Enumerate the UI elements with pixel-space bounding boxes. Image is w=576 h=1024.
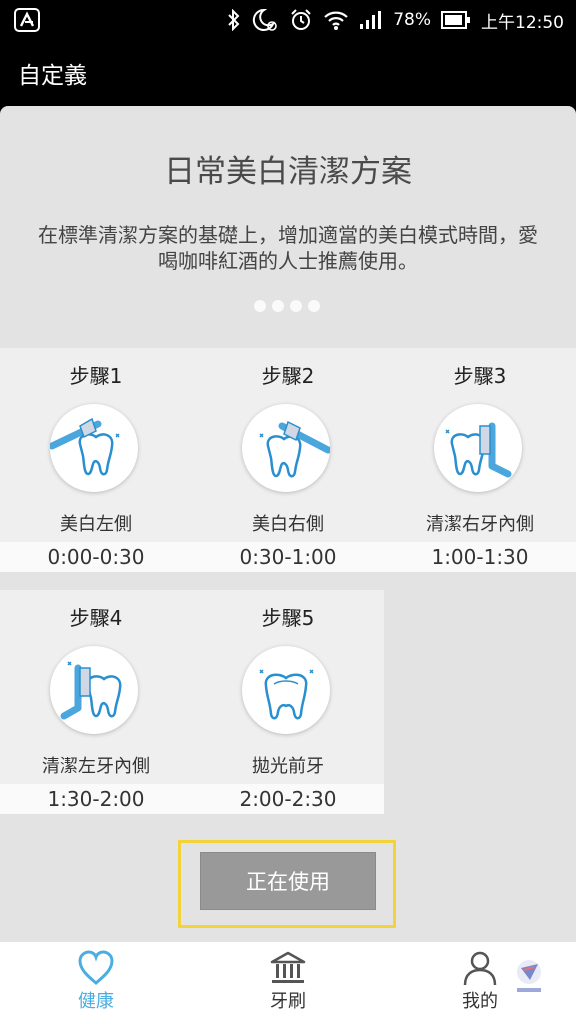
bottom-nav: 健康 牙刷 我的 — [0, 942, 576, 1024]
nav-item-health[interactable]: 健康 — [36, 950, 156, 1013]
plan-card[interactable]: 日常美白清潔方案 在標準清潔方案的基礎上，增加適當的美白模式時間，愛喝咖啡紅酒的… — [0, 106, 576, 942]
step-name: 拋光前牙 — [252, 756, 324, 777]
heart-icon — [78, 950, 114, 985]
page-dot[interactable] — [308, 300, 320, 312]
step-time: 0:30-1:00 — [192, 542, 384, 572]
step-card-1[interactable]: 步驟1 美白左側 0:00-0:30 — [0, 348, 192, 572]
step-label: 步驟3 — [453, 364, 507, 388]
step-card-4[interactable]: 步驟4 清潔左牙內側 1:30-2:00 — [0, 590, 192, 814]
page-title: 自定義 — [18, 63, 87, 89]
tooth-polish-icon — [242, 646, 330, 734]
in-use-button[interactable]: 正在使用 — [200, 852, 376, 910]
step-time: 0:00-0:30 — [0, 542, 192, 572]
user-icon — [463, 951, 497, 986]
step-label: 步驟2 — [261, 364, 315, 388]
step-time: 2:00-2:30 — [192, 784, 384, 814]
bluetooth-icon — [228, 9, 240, 31]
step-card-2[interactable]: 步驟2 美白右側 0:30-1:00 — [192, 348, 384, 572]
step-name: 清潔左牙內側 — [42, 756, 150, 777]
watermark-logo-icon — [517, 960, 541, 992]
step-time: 1:30-2:00 — [0, 784, 192, 814]
alarm-clock-icon — [291, 9, 311, 30]
tooth-brush-inner-right-icon — [434, 404, 522, 492]
tooth-brush-right-icon — [242, 404, 330, 492]
clock: 上午12:50 — [481, 12, 564, 33]
app-icon — [14, 8, 40, 32]
plan-title: 日常美白清潔方案 — [164, 154, 412, 190]
app-bar: 自定義 — [0, 40, 576, 106]
page-dot[interactable] — [290, 300, 302, 312]
toothbrush-bank-icon — [270, 951, 306, 983]
battery-percent: 78% — [393, 10, 431, 30]
battery-icon — [441, 11, 470, 29]
signal-icon — [360, 11, 382, 29]
step-time: 1:00-1:30 — [384, 542, 576, 572]
step-name: 清潔右牙內側 — [426, 514, 534, 535]
step-label: 步驟4 — [69, 606, 123, 630]
nav-label-toothbrush: 牙刷 — [270, 991, 306, 1012]
plan-description: 在標準清潔方案的基礎上，增加適當的美白模式時間，愛喝咖啡紅酒的人士推薦使用。 — [38, 223, 538, 273]
nav-label-health: 健康 — [78, 991, 114, 1012]
nav-item-toothbrush[interactable]: 牙刷 — [228, 950, 348, 1013]
do-not-disturb-moon-icon — [253, 8, 278, 31]
tooth-brush-left-icon — [50, 404, 138, 492]
tooth-brush-inner-left-icon — [50, 646, 138, 734]
step-card-3[interactable]: 步驟3 清潔右牙內側 1:00-1:30 — [384, 348, 576, 572]
step-name: 美白左側 — [60, 514, 132, 535]
page-dot[interactable] — [254, 300, 266, 312]
step-name: 美白右側 — [252, 514, 324, 535]
status-bar: 78% 上午12:50 — [0, 0, 576, 40]
step-card-5[interactable]: 步驟5 拋光前牙 2:00-2:30 — [192, 590, 384, 814]
page-dot[interactable] — [272, 300, 284, 312]
step-label: 步驟1 — [69, 364, 123, 388]
step-label: 步驟5 — [261, 606, 315, 630]
page-indicator[interactable] — [254, 300, 320, 312]
wifi-icon — [324, 11, 348, 30]
